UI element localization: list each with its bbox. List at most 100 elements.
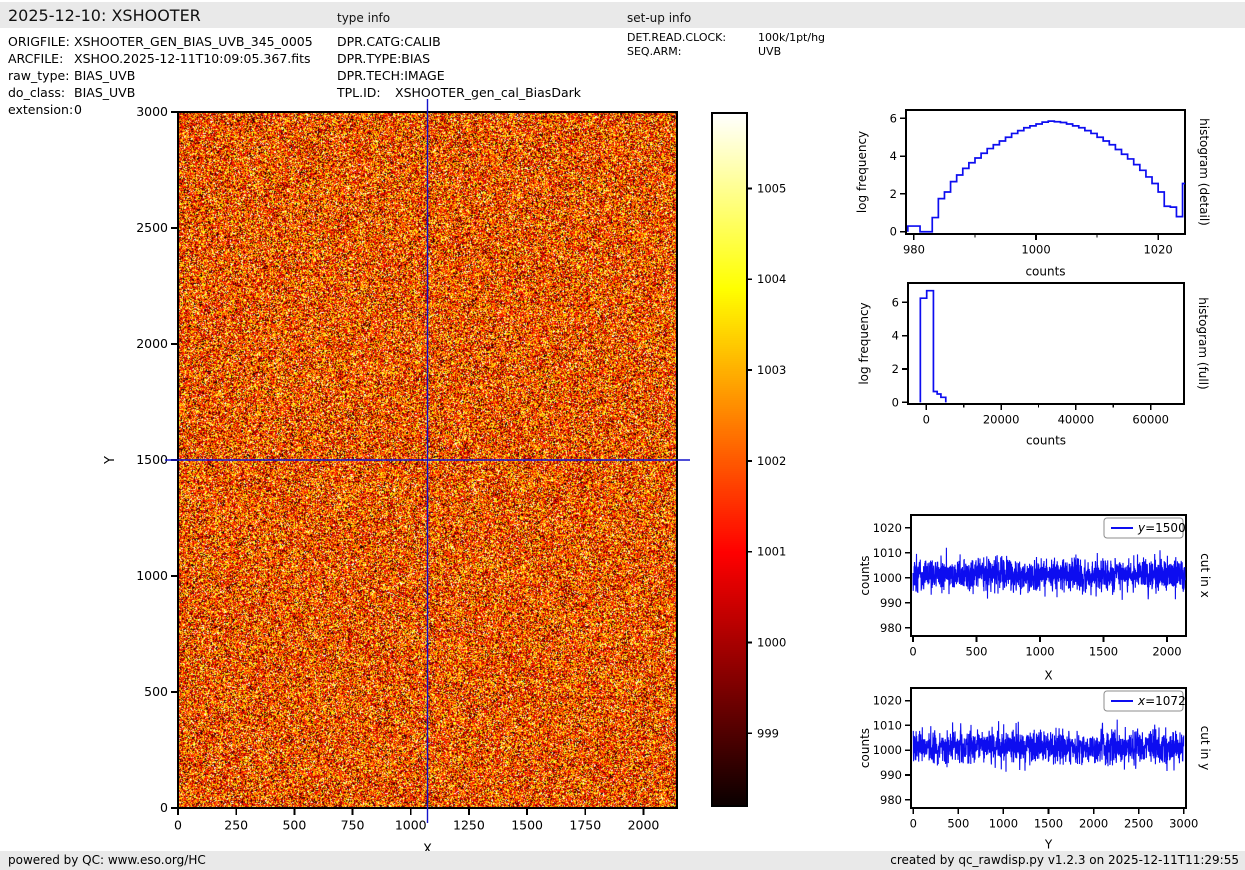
meta-row-seqarm: SEQ.ARM:UVB: [627, 45, 825, 59]
svg-text:20000: 20000: [983, 413, 1020, 427]
svg-text:1750: 1750: [569, 818, 601, 833]
svg-text:2: 2: [892, 362, 899, 376]
meta-value: 0: [74, 102, 82, 117]
meta-label: TPL.ID:: [337, 84, 395, 101]
meta-row-tplid: TPL.ID:XSHOOTER_gen_cal_BiasDark: [337, 84, 581, 101]
svg-text:4: 4: [890, 149, 897, 163]
svg-text:0: 0: [892, 395, 899, 409]
meta-value: CALIB: [404, 34, 441, 49]
cut-in-y-legend: x=1072: [1104, 691, 1186, 711]
meta-label: SEQ.ARM:: [627, 45, 758, 59]
svg-text:1000: 1000: [1021, 243, 1050, 257]
file-info-block: ORIGFILE:XSHOOTER_GEN_BIAS_UVB_345_0005 …: [8, 33, 313, 118]
histogram-detail-axes: 980100010200246countslog frequencyhistog…: [855, 110, 1211, 279]
meta-row-doclass: do_class:BIAS_UVB: [8, 84, 313, 101]
meta-value: UVB: [758, 45, 781, 58]
svg-text:histogram (full): histogram (full): [1196, 297, 1210, 390]
svg-text:2000: 2000: [1079, 817, 1108, 831]
svg-text:1500: 1500: [1034, 817, 1063, 831]
svg-text:0: 0: [909, 645, 916, 659]
cut-in-y-series: [913, 720, 1183, 772]
svg-text:counts: counts: [858, 728, 872, 768]
type-info-header: type info: [337, 11, 390, 25]
svg-text:1004: 1004: [757, 272, 786, 286]
svg-text:1500: 1500: [511, 818, 543, 833]
svg-text:3000: 3000: [1169, 817, 1198, 831]
meta-value: XSHOO.2025-12-11T10:09:05.367.fits: [74, 51, 311, 66]
svg-text:1500: 1500: [136, 452, 168, 467]
svg-text:980: 980: [880, 793, 902, 807]
svg-text:0: 0: [923, 413, 930, 427]
meta-value: XSHOOTER_GEN_BIAS_UVB_345_0005: [74, 34, 313, 49]
meta-label: DPR.CATG:: [337, 33, 404, 50]
top-bar: 2025-12-10: XSHOOTER type info set-up in…: [0, 2, 1245, 28]
svg-text:250: 250: [224, 818, 248, 833]
colorbar-canvas: [712, 113, 747, 806]
svg-text:log frequency: log frequency: [855, 131, 869, 213]
svg-text:0: 0: [160, 800, 168, 815]
type-info-block: DPR.CATG:CALIB DPR.TYPE:BIAS DPR.TECH:IM…: [337, 33, 581, 101]
svg-text:Y: Y: [1044, 838, 1053, 852]
meta-label: do_class:: [8, 84, 74, 101]
svg-text:Y: Y: [103, 456, 118, 465]
meta-label: ORIGFILE:: [8, 33, 74, 50]
svg-text:X: X: [1044, 669, 1052, 683]
svg-text:cut in y: cut in y: [1198, 726, 1212, 771]
svg-text:2000: 2000: [136, 336, 168, 351]
meta-value: BIAS_UVB: [74, 68, 135, 83]
footer-created-by: created by qc_rawdisp.py v1.2.3 on 2025-…: [890, 853, 1239, 867]
meta-value: IMAGE: [404, 68, 444, 83]
svg-text:1020: 1020: [1143, 243, 1172, 257]
svg-text:counts: counts: [1025, 265, 1065, 279]
bias-image-canvas: [178, 112, 677, 808]
svg-text:1000: 1000: [757, 636, 786, 650]
svg-text:2: 2: [890, 187, 897, 201]
meta-value: 100k/1pt/hg: [758, 31, 825, 44]
meta-row-rawtype: raw_type:BIAS_UVB: [8, 67, 313, 84]
svg-text:log frequency: log frequency: [857, 302, 871, 384]
svg-text:6: 6: [890, 111, 897, 125]
footer-powered-by: powered by QC: www.eso.org/HC: [8, 853, 206, 867]
cut-in-x-axes: 0500100015002000980990100010101020Xcount…: [858, 515, 1212, 683]
svg-text:0: 0: [890, 225, 897, 239]
setup-info-header: set-up info: [627, 11, 691, 25]
meta-row-dprtype: DPR.TYPE:BIAS: [337, 50, 581, 67]
svg-text:1020: 1020: [873, 521, 902, 535]
svg-text:1001: 1001: [757, 545, 786, 559]
cut-in-y-axes: 0500100015002000250030009809901000101010…: [858, 688, 1212, 852]
meta-label: DPR.TECH:: [337, 67, 404, 84]
meta-label: extension:: [8, 101, 74, 118]
meta-row-origfile: ORIGFILE:XSHOOTER_GEN_BIAS_UVB_345_0005: [8, 33, 313, 50]
svg-text:500: 500: [282, 818, 306, 833]
bottom-bar: powered by QC: www.eso.org/HC created by…: [0, 851, 1245, 870]
svg-text:1000: 1000: [136, 568, 168, 583]
svg-text:1000: 1000: [989, 817, 1018, 831]
svg-text:1010: 1010: [873, 546, 902, 560]
meta-value: XSHOOTER_gen_cal_BiasDark: [395, 85, 581, 100]
meta-row-arcfile: ARCFILE:XSHOO.2025-12-11T10:09:05.367.fi…: [8, 50, 313, 67]
svg-text:60000: 60000: [1132, 413, 1169, 427]
svg-text:500: 500: [144, 684, 168, 699]
svg-text:1000: 1000: [873, 571, 902, 585]
svg-text:4: 4: [892, 329, 899, 343]
meta-row-dprtech: DPR.TECH:IMAGE: [337, 67, 581, 84]
svg-text:980: 980: [880, 621, 902, 635]
meta-row-readclock: DET.READ.CLOCK:100k/1pt/hg: [627, 31, 825, 45]
meta-row-dprcatg: DPR.CATG:CALIB: [337, 33, 581, 50]
svg-text:x=1072: x=1072: [1137, 694, 1186, 708]
meta-label: ARCFILE:: [8, 50, 74, 67]
svg-text:1003: 1003: [757, 363, 786, 377]
svg-text:990: 990: [880, 596, 902, 610]
svg-text:1500: 1500: [1089, 645, 1118, 659]
svg-text:500: 500: [966, 645, 988, 659]
svg-text:980: 980: [903, 243, 925, 257]
histogram-detail-curve: [908, 121, 1189, 232]
meta-value: BIAS_UVB: [74, 85, 135, 100]
svg-text:990: 990: [880, 768, 902, 782]
svg-text:1020: 1020: [873, 694, 902, 708]
svg-text:cut in x: cut in x: [1198, 553, 1212, 598]
svg-text:counts: counts: [1026, 434, 1066, 448]
svg-text:y=1500: y=1500: [1137, 521, 1186, 535]
svg-text:999: 999: [757, 726, 779, 740]
svg-text:2500: 2500: [1124, 817, 1153, 831]
